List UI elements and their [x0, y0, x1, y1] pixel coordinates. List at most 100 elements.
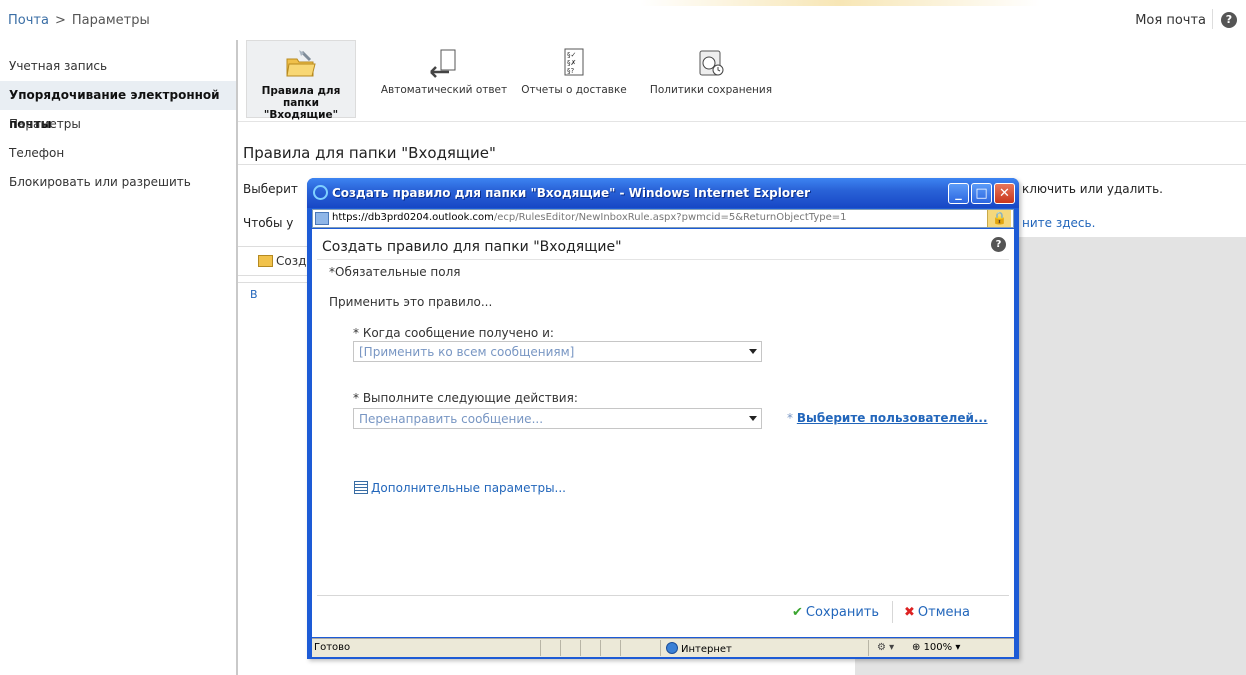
sidebar-item-phone[interactable]: Телефон — [0, 139, 236, 168]
breadcrumb-current: Параметры — [71, 13, 150, 28]
globe-icon — [666, 642, 678, 654]
rule-dialog: Создать правило для папки "Входящие" ? *… — [312, 229, 1014, 637]
zone-label: Интернет — [681, 644, 732, 655]
cancel-label: Отмена — [917, 605, 970, 620]
condition-select-value: [Применить ко всем сообщениям] — [359, 345, 575, 359]
dialog-help-icon[interactable]: ? — [991, 237, 1006, 252]
security-zone[interactable]: Интернет — [666, 642, 732, 655]
list-header-divider — [238, 282, 318, 283]
delivery-reports-label: Отчеты о доставке — [521, 84, 627, 96]
inbox-rules-button[interactable]: Правила для папки "Входящие" — [246, 40, 356, 121]
page-title: Правила для папки "Входящие" — [243, 144, 496, 162]
minimize-button[interactable]: _ — [948, 183, 969, 204]
save-button[interactable]: ✔ Сохранить — [792, 605, 879, 620]
pick-users: * Выберите пользователей... — [787, 411, 988, 425]
delivery-report-icon: §✓ §✗ §? — [564, 48, 584, 76]
top-glow — [640, 0, 1040, 6]
delivery-reports-button[interactable]: §✓ §✗ §? Отчеты о доставке — [514, 40, 634, 118]
details-pane — [1017, 237, 1246, 675]
instructions-text-1-end: ключить или удалить. — [1022, 182, 1163, 196]
instructions-text-1: Выберит — [243, 182, 298, 196]
auto-reply-button[interactable]: Автоматический ответ — [374, 40, 514, 118]
top-divider — [1212, 9, 1213, 29]
auto-reply-icon — [430, 49, 456, 78]
url-path: /ecp/RulesEditor/NewInboxRule.aspx?pwmci… — [493, 212, 847, 223]
lock-icon[interactable]: 🔒 — [987, 210, 1011, 227]
ie-logo-icon — [313, 185, 328, 200]
checkmark-icon: ✔ — [792, 605, 803, 620]
retention-policies-button[interactable]: Политики сохранения — [646, 40, 776, 118]
list-column-header[interactable]: В — [250, 288, 258, 301]
condition-select[interactable]: [Применить ко всем сообщениям] — [353, 341, 762, 362]
inbox-rules-label-2: папки "Входящие" — [263, 97, 339, 121]
status-cell — [660, 640, 661, 656]
svg-text:§✗: §✗ — [567, 59, 576, 67]
instructions-link-end[interactable]: ните здесь. — [1022, 216, 1095, 230]
url-domain: outlook.com — [432, 212, 494, 223]
status-cell — [580, 640, 581, 656]
sidebar-item-block-allow[interactable]: Блокировать или разрешить — [0, 168, 236, 197]
list-icon — [354, 481, 368, 494]
action-select[interactable]: Перенаправить сообщение... — [353, 408, 762, 429]
retention-policies-label: Политики сохранения — [649, 84, 773, 96]
chevron-down-icon — [749, 349, 757, 354]
sidebar-item-organize-email[interactable]: Упорядочивание электронной почты — [0, 81, 236, 131]
status-cell — [560, 640, 561, 656]
protected-mode-icon[interactable]: ⚙ ▾ — [877, 642, 894, 653]
ie-titlebar[interactable]: Создать правило для папки "Входящие" - W… — [307, 178, 1019, 208]
dialog-title: Создать правило для папки "Входящие" — [322, 239, 622, 255]
required-fields-note: *Обязательные поля — [329, 265, 461, 279]
svg-text:§?: §? — [567, 67, 575, 75]
ie-status-bar: Готово Интернет ⚙ ▾ ⊕ 100% ▾ — [312, 638, 1014, 657]
cancel-x-icon: ✖ — [904, 605, 915, 620]
page-icon — [315, 212, 329, 225]
inbox-rules-label-1: Правила для — [261, 85, 341, 97]
chevron-down-icon — [749, 416, 757, 421]
status-cell — [868, 640, 869, 656]
status-cell — [600, 640, 601, 656]
zoom-control[interactable]: ⊕ 100% ▾ — [912, 642, 960, 653]
new-folder-icon — [258, 255, 273, 267]
my-mail-link[interactable]: Моя почта — [1135, 13, 1206, 28]
status-cell — [540, 640, 541, 656]
create-rule-button[interactable]: Созд — [276, 254, 306, 268]
url-prefix: https://db3prd0204. — [332, 212, 433, 223]
cancel-button[interactable]: ✖ Отмена — [904, 605, 970, 620]
sidebar: Учетная запись Упорядочивание электронно… — [0, 52, 236, 197]
address-bar[interactable]: https://db3prd0204.outlook.com/ecp/Rules… — [312, 209, 1014, 228]
status-cell — [620, 640, 621, 656]
help-icon[interactable]: ? — [1221, 12, 1237, 28]
ie-popup-window: Создать правило для папки "Входящие" - W… — [307, 178, 1019, 659]
apply-rule-label: Применить это правило... — [329, 295, 493, 309]
zoom-value: 100% — [923, 642, 953, 653]
breadcrumb: Почта > Параметры — [8, 13, 150, 28]
instructions-text-2: Чтобы у — [243, 216, 294, 230]
dialog-footer-divider — [317, 595, 1009, 596]
more-options-label: Дополнительные параметры... — [371, 481, 566, 495]
status-text: Готово — [314, 642, 351, 653]
action-select-value: Перенаправить сообщение... — [359, 412, 544, 426]
breadcrumb-separator: > — [54, 13, 66, 28]
auto-reply-label: Автоматический ответ — [380, 84, 508, 96]
ie-window-title: Создать правило для папки "Входящие" - W… — [332, 186, 811, 200]
content-divider — [238, 164, 1246, 165]
rules-toolbar: Созд — [238, 246, 318, 276]
maximize-button[interactable]: □ — [971, 183, 992, 204]
ribbon: Правила для папки "Входящие" Автоматичес… — [238, 38, 1246, 122]
more-options-link[interactable]: Дополнительные параметры... — [354, 481, 566, 495]
pick-users-link[interactable]: Выберите пользователей... — [797, 411, 988, 425]
dialog-title-divider — [317, 259, 1009, 260]
save-label: Сохранить — [805, 605, 880, 620]
svg-text:§✓: §✓ — [567, 51, 576, 59]
required-asterisk: * — [787, 411, 793, 425]
address-url: https://db3prd0204.outlook.com/ecp/Rules… — [332, 212, 847, 223]
sidebar-item-account[interactable]: Учетная запись — [0, 52, 236, 81]
retention-policy-icon — [699, 50, 724, 76]
top-bar: Почта > Параметры Моя почта ? — [0, 0, 1246, 40]
sidebar-divider — [236, 40, 238, 675]
condition-label: * Когда сообщение получено и: — [353, 326, 554, 340]
breadcrumb-mail-link[interactable]: Почта — [8, 13, 49, 28]
sidebar-item-settings[interactable]: Параметры — [0, 110, 236, 139]
close-button[interactable]: ✕ — [994, 183, 1015, 204]
action-label: * Выполните следующие действия: — [353, 391, 578, 405]
